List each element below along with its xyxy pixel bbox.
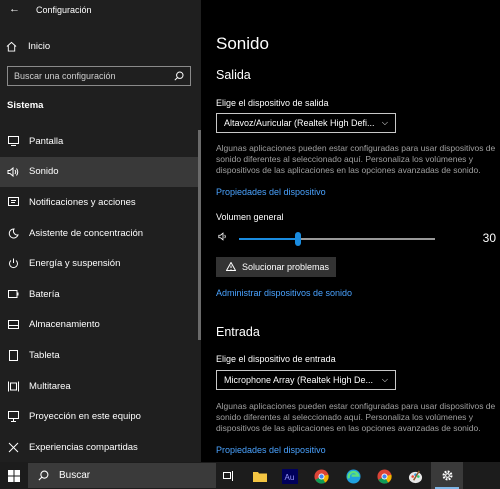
section-label: Sistema xyxy=(7,100,44,111)
sidebar-item-pantalla[interactable]: Pantalla xyxy=(0,126,201,157)
taskbar: Buscar Au xyxy=(0,462,500,489)
troubleshoot-label: Solucionar problemas xyxy=(242,262,330,272)
back-arrow-icon[interactable]: ← xyxy=(9,3,20,15)
volume-value: 30 xyxy=(482,231,496,245)
sidebar-item-notificaciones[interactable]: Notificaciones y acciones xyxy=(0,187,201,218)
home-label: Inicio xyxy=(28,40,51,52)
sidebar-item-label: Tableta xyxy=(29,349,60,361)
sidebar-item-almacenamiento[interactable]: Almacenamiento xyxy=(0,310,201,341)
taskbar-search[interactable]: Buscar xyxy=(28,463,216,488)
volume-slider-thumb[interactable] xyxy=(294,232,301,246)
window-title: Configuración xyxy=(36,5,92,15)
output-description: Algunas aplicaciones pueden estar config… xyxy=(216,143,496,175)
search-icon[interactable] xyxy=(174,71,184,81)
taskbar-search-label: Buscar xyxy=(59,470,91,481)
sidebar-item-label: Experiencias compartidas xyxy=(29,441,138,453)
sidebar-nav: Pantalla Sonido Notificaciones y accione… xyxy=(0,126,201,463)
sidebar-item-label: Sonido xyxy=(29,166,59,178)
display-icon xyxy=(7,135,19,147)
battery-icon xyxy=(7,288,19,300)
windows-start-icon[interactable] xyxy=(8,469,20,487)
chrome-icon[interactable] xyxy=(311,466,331,486)
main-content: Sonido Salida Elige el dispositivo de sa… xyxy=(201,0,500,462)
output-heading: Salida xyxy=(216,68,251,82)
settings-search-box[interactable] xyxy=(7,66,191,86)
projection-icon xyxy=(7,411,19,423)
storage-icon xyxy=(7,319,19,331)
sidebar-item-proyeccion[interactable]: Proyección en este equipo xyxy=(0,401,201,432)
page-title: Sonido xyxy=(216,34,269,53)
volume-slider-fill xyxy=(239,238,298,240)
volume-slider-row: 30 xyxy=(216,231,496,247)
power-icon xyxy=(7,258,19,270)
search-icon xyxy=(38,470,49,481)
sidebar-item-tableta[interactable]: Tableta xyxy=(0,340,201,371)
input-description: Algunas aplicaciones pueden estar config… xyxy=(216,401,496,433)
settings-icon[interactable] xyxy=(431,462,463,489)
sidebar-item-label: Asistente de concentración xyxy=(29,227,144,239)
sidebar-item-label: Proyección en este equipo xyxy=(29,411,141,423)
output-device-select[interactable]: Altavoz/Auricular (Realtek High Defi... … xyxy=(216,113,396,133)
moon-icon xyxy=(7,227,19,239)
settings-search-input[interactable] xyxy=(14,71,174,81)
file-explorer-icon[interactable] xyxy=(250,466,270,486)
tablet-icon xyxy=(7,349,19,361)
input-heading: Entrada xyxy=(216,325,260,339)
svg-text:Au: Au xyxy=(285,473,295,482)
sidebar-item-experiencias[interactable]: Experiencias compartidas xyxy=(0,432,201,463)
sidebar-item-label: Multitarea xyxy=(29,380,71,392)
sidebar-item-multitarea[interactable]: Multitarea xyxy=(0,371,201,402)
chrome-icon[interactable] xyxy=(374,466,394,486)
volume-label: Volumen general xyxy=(216,212,284,222)
sidebar-item-bateria[interactable]: Batería xyxy=(0,279,201,310)
input-device-label: Elige el dispositivo de entrada xyxy=(216,354,336,364)
chevron-down-icon: ⌵ xyxy=(381,375,388,384)
sidebar: ← Configuración Inicio Sistema Pantalla … xyxy=(0,0,201,462)
input-device-value: Microphone Array (Realtek High De... xyxy=(224,375,374,385)
sidebar-item-label: Notificaciones y acciones xyxy=(29,196,136,208)
multitask-icon xyxy=(7,380,19,392)
input-device-select[interactable]: Microphone Array (Realtek High De... ⌵ xyxy=(216,370,396,390)
sidebar-item-sonido[interactable]: Sonido xyxy=(0,156,201,188)
home-link[interactable]: Inicio xyxy=(6,38,50,54)
task-view-icon[interactable] xyxy=(219,466,239,486)
sidebar-item-label: Batería xyxy=(29,288,60,300)
output-device-label: Elige el dispositivo de salida xyxy=(216,98,329,108)
chevron-down-icon: ⌵ xyxy=(381,118,388,127)
troubleshoot-button[interactable]: Solucionar problemas xyxy=(216,257,336,277)
warning-icon xyxy=(225,260,237,273)
home-icon xyxy=(6,41,17,52)
speaker-icon xyxy=(7,166,19,178)
volume-slider[interactable] xyxy=(239,232,435,246)
output-device-value: Altavoz/Auricular (Realtek High Defi... xyxy=(224,118,375,128)
sidebar-item-label: Almacenamiento xyxy=(29,319,100,331)
audition-icon[interactable]: Au xyxy=(280,466,300,486)
sidebar-item-label: Pantalla xyxy=(29,135,64,147)
edge-icon[interactable] xyxy=(343,466,363,486)
sidebar-item-energia[interactable]: Energía y suspensión xyxy=(0,248,201,279)
volume-icon[interactable] xyxy=(218,232,228,244)
shared-icon xyxy=(7,441,19,453)
input-properties-link[interactable]: Propiedades del dispositivo xyxy=(216,445,326,455)
sidebar-item-label: Energía y suspensión xyxy=(29,258,121,270)
paint-icon[interactable] xyxy=(405,466,425,486)
sidebar-item-concentracion[interactable]: Asistente de concentración xyxy=(0,218,201,249)
manage-devices-link[interactable]: Administrar dispositivos de sonido xyxy=(216,288,352,298)
output-properties-link[interactable]: Propiedades del dispositivo xyxy=(216,187,326,197)
notification-icon xyxy=(7,196,19,208)
